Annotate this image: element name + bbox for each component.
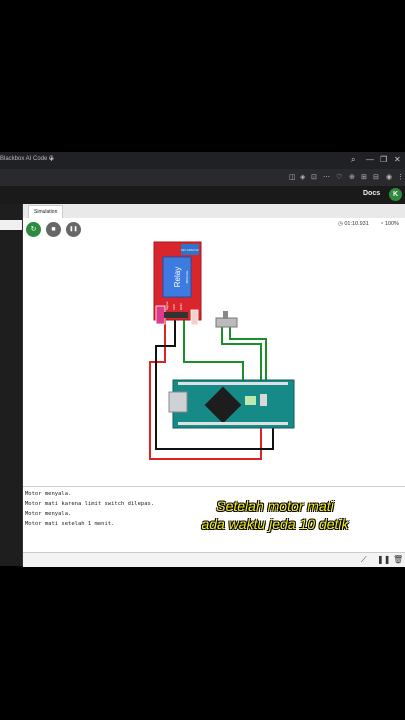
relay-sublabel: MODULE: [185, 271, 189, 284]
close-window-button[interactable]: ✕: [394, 155, 401, 164]
relay-connector: [190, 309, 199, 326]
relay-pin-label-vcc: VCC: [172, 303, 176, 310]
wire-green-switch-1: [221, 326, 262, 383]
clear-serial-icon[interactable]: 🗑: [393, 555, 403, 564]
browser-tab-bar: Blackbox AI Code G + ⌕ — ❐ ✕: [0, 152, 405, 169]
minimize-button[interactable]: —: [366, 155, 374, 164]
restore-button[interactable]: ❐: [380, 155, 387, 164]
reset-button: [260, 394, 267, 406]
favorite-icon[interactable]: ♡: [336, 173, 342, 181]
editor-tab-strip: [0, 220, 22, 230]
serial-toolbar: ⟋ ❚❚ 🗑: [23, 552, 405, 567]
nano-pins-top: [178, 382, 288, 385]
tab-capture-icon[interactable]: ⊡: [311, 173, 317, 181]
pause-serial-icon[interactable]: ❚❚: [377, 555, 390, 564]
simulation-canvas[interactable]: ↻ ■ ❚❚ ◷ 01:10.931 ◔ 100% NO COM NC Rela…: [23, 218, 405, 486]
nano-led: [245, 396, 256, 405]
browser-tab[interactable]: Blackbox AI Code G: [0, 156, 54, 162]
serial-line-2: Motor mati karena limit switch dilepas.: [25, 501, 155, 507]
relay-pin-label-signal: Signal: [165, 301, 169, 310]
caption-line-1: Setelah motor mati: [216, 498, 334, 514]
plotter-icon[interactable]: ⟋: [361, 555, 367, 565]
more-icon[interactable]: ⋯: [323, 173, 330, 181]
slide-switch: [215, 311, 238, 328]
nano-pins-bottom: [178, 422, 288, 425]
new-tab-button[interactable]: +: [49, 154, 54, 164]
menu-icon[interactable]: ⋮: [397, 173, 404, 181]
serial-line-4: Motor mati setelah 1 menit.: [25, 521, 115, 527]
relay-led: [155, 305, 166, 325]
serial-line-3: Motor menyala.: [25, 511, 72, 517]
split-screen-icon[interactable]: ⊞: [361, 173, 367, 181]
switch-body: [215, 317, 238, 328]
collections-icon[interactable]: ⊕: [349, 173, 355, 181]
sidebar-icon[interactable]: ⊟: [373, 173, 379, 181]
tab-simulation[interactable]: Simulation: [28, 205, 64, 218]
relay-label: Relay: [173, 267, 182, 287]
serial-line-1: Motor menyala.: [25, 491, 72, 497]
search-tabs-icon[interactable]: ⌕: [351, 155, 355, 165]
app-header: Docs K: [0, 186, 405, 204]
arduino-nano: [168, 379, 295, 429]
relay-module: NO COM NC Relay MODULE Signal VCC GND: [153, 241, 202, 326]
circuit-diagram: NO COM NC Relay MODULE Signal VCC GND: [149, 241, 295, 460]
caption-line-2: ada waktu jeda 10 detik: [201, 516, 349, 532]
relay-pin-label-gnd: GND: [179, 303, 183, 311]
docs-link[interactable]: Docs: [363, 190, 380, 197]
relay-terminal-label: NO COM NC: [181, 248, 199, 252]
extension-icon[interactable]: ◈: [300, 173, 305, 181]
video-caption: Setelah motor mati ada waktu jeda 10 det…: [150, 497, 400, 533]
simulation-tab-row: Simulation: [23, 204, 405, 219]
relay-header-pins: [164, 312, 188, 318]
avatar[interactable]: K: [389, 188, 402, 201]
wire-green-relay: [183, 318, 244, 383]
switch-knob: [223, 311, 228, 319]
screenshot-icon[interactable]: ◫: [289, 173, 296, 181]
usb-port: [168, 391, 188, 413]
code-editor-panel[interactable]: [0, 204, 23, 566]
browser-toolbar: ◫ ◈ ⊡ ⋯ ♡ ⊕ ⊞ ⊟ ◉ ⋮: [0, 169, 405, 186]
profile-icon[interactable]: ◉: [386, 173, 392, 181]
